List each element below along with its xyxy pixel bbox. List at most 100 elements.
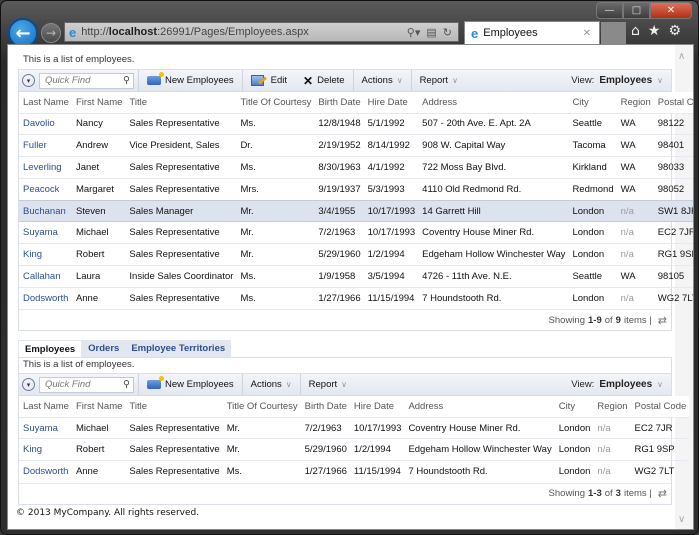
column-header[interactable]: Birth Date xyxy=(314,92,364,113)
table-cell: 98052 xyxy=(653,177,693,201)
column-header[interactable]: First Name xyxy=(71,92,126,113)
master-description: This is a list of employees. xyxy=(23,54,135,65)
scroll-up-icon[interactable]: ∧ xyxy=(678,51,685,62)
detail-pager: Showing 1-3 of 3 items | ⇄ xyxy=(19,482,671,504)
new-tab-button[interactable] xyxy=(601,22,626,44)
column-header[interactable]: Birth Date xyxy=(300,396,350,418)
table-cell: 11/15/1994 xyxy=(363,286,419,310)
detail-actions-menu[interactable]: Actions ∨ xyxy=(243,374,301,396)
table-cell: London xyxy=(568,286,617,310)
favorites-icon[interactable]: ★ xyxy=(648,23,661,39)
maximize-button[interactable]: □ xyxy=(623,2,650,19)
table-cell: London xyxy=(554,438,594,461)
table-cell: London xyxy=(568,199,617,223)
column-header[interactable]: Hire Date xyxy=(349,396,405,418)
table-cell: Ms. xyxy=(236,286,315,310)
browser-tab[interactable]: e Employees ✕ xyxy=(464,21,600,44)
settings-icon[interactable]: ⚙ xyxy=(668,23,681,39)
table-cell: EC2 7JR xyxy=(653,221,693,244)
table-row[interactable]: Suyama Michael Sales Representative Mr. 7/2/… xyxy=(19,221,693,244)
search-icon[interactable]: ⚲▾ xyxy=(407,26,421,39)
last-name-link[interactable]: Peacock xyxy=(19,177,72,201)
column-header[interactable]: Last Name xyxy=(19,396,72,418)
quick-find-toggle-icon[interactable]: ▾ xyxy=(22,74,35,87)
refresh-icon[interactable]: ↻ xyxy=(443,26,452,39)
tab-orders[interactable]: Orders xyxy=(82,340,126,358)
tab-employee-territories[interactable]: Employee Territories xyxy=(125,340,232,358)
column-header[interactable]: Postal Code xyxy=(653,92,693,113)
table-row[interactable]: Fuller Andrew Vice President, Sales Dr. 2/19… xyxy=(19,134,693,157)
last-name-link[interactable]: Dodsworth xyxy=(19,460,72,483)
quick-find-input[interactable]: Quick Find ⚲ xyxy=(39,72,134,89)
column-header[interactable]: First Name xyxy=(71,396,126,418)
last-name-link[interactable]: Suyama xyxy=(19,416,72,439)
table-cell: 9/19/1937 xyxy=(314,177,364,201)
table-row[interactable]: Buchanan Steven Sales Manager Mr. 3/4/1955 10… xyxy=(19,199,693,223)
last-name-link[interactable]: King xyxy=(19,243,72,266)
column-header[interactable]: Postal Code xyxy=(630,396,690,418)
refresh-icon[interactable]: ⇄ xyxy=(658,487,667,500)
quick-find-toggle-icon[interactable]: ▾ xyxy=(22,378,35,392)
detail-report-menu[interactable]: Report ∨ xyxy=(301,374,355,395)
detail-new-employees-button[interactable]: New Employees xyxy=(138,374,243,396)
report-menu[interactable]: Report ∨ xyxy=(412,70,466,91)
last-name-link[interactable]: Buchanan xyxy=(19,199,72,223)
table-cell: London xyxy=(554,416,594,439)
table-row[interactable]: Suyama Michael Sales Representative Mr. 7/2/… xyxy=(19,416,690,439)
column-header[interactable]: City xyxy=(554,396,594,418)
detail-quick-find-input[interactable]: Quick Find ⚲ xyxy=(39,376,134,393)
close-window-button[interactable]: ✕ xyxy=(650,2,692,19)
edit-button[interactable]: Edit xyxy=(243,70,295,91)
detail-view-selector[interactable]: View: Employees ∨ xyxy=(571,379,671,390)
tab-employees[interactable]: Employees xyxy=(18,340,83,358)
column-header[interactable]: Region xyxy=(616,92,654,113)
actions-menu[interactable]: Actions ∨ xyxy=(354,70,412,91)
scroll-down-icon[interactable]: ∨ xyxy=(678,514,685,525)
last-name-link[interactable]: Dodsworth xyxy=(19,286,72,310)
last-name-link[interactable]: Davolio xyxy=(19,112,72,135)
table-row[interactable]: King Robert Sales Representative Mr. 5/29/19… xyxy=(19,243,693,266)
table-row[interactable]: Davolio Nancy Sales Representative Ms. 12/8/… xyxy=(19,112,693,135)
home-icon[interactable]: ⌂ xyxy=(631,23,640,39)
refresh-icon[interactable]: ⇄ xyxy=(658,314,667,327)
address-bar[interactable]: e http://localhost:26991/Pages/Employees… xyxy=(64,22,459,42)
column-header[interactable]: City xyxy=(568,92,617,113)
table-row[interactable]: Dodsworth Anne Sales Representative Ms. 1/27… xyxy=(19,286,693,310)
search-icon[interactable]: ⚲ xyxy=(123,75,130,86)
table-row[interactable]: Dodsworth Anne Sales Representative Ms. 1/27… xyxy=(19,460,690,483)
column-header[interactable]: Address xyxy=(404,396,555,418)
column-header[interactable]: Hire Date xyxy=(363,92,419,113)
forward-button[interactable]: → xyxy=(41,23,61,43)
last-name-link[interactable]: King xyxy=(19,438,72,461)
column-header[interactable]: Title xyxy=(125,396,223,418)
last-name-link[interactable]: Fuller xyxy=(19,134,72,157)
minimize-button[interactable]: — xyxy=(596,2,623,19)
table-cell: 10/17/1993 xyxy=(363,221,419,244)
column-header[interactable]: Title Of Courtesy xyxy=(222,396,301,418)
table-cell: Edgeham Hollow Winchester Way xyxy=(418,243,569,266)
table-row[interactable]: King Robert Sales Representative Mr. 5/29/19… xyxy=(19,438,690,461)
compatibility-icon[interactable]: ▤ xyxy=(426,26,436,39)
table-cell: Coventry House Miner Rd. xyxy=(418,221,569,244)
column-header[interactable]: Last Name xyxy=(19,92,72,113)
view-selector[interactable]: View: Employees ∨ xyxy=(571,75,671,86)
delete-button[interactable]: ✕ Delete xyxy=(295,70,354,91)
column-header[interactable]: Title xyxy=(125,92,237,113)
table-cell: 4110 Old Redmond Rd. xyxy=(418,177,569,201)
last-name-link[interactable]: Suyama xyxy=(19,221,72,244)
master-grid: ▾ Quick Find ⚲ New Employees Edit ✕ Dele… xyxy=(18,69,693,332)
column-header[interactable]: Region xyxy=(593,396,631,418)
last-name-link[interactable]: Leverling xyxy=(19,156,72,179)
new-employees-button[interactable]: New Employees xyxy=(138,70,243,91)
table-row[interactable]: Callahan Laura Inside Sales Coordinator Ms.… xyxy=(19,265,693,288)
last-name-link[interactable]: Callahan xyxy=(19,265,72,288)
browser-window: — □ ✕ ← → e http://localhost:26991/Pages… xyxy=(0,0,699,535)
table-cell: WA xyxy=(616,134,654,157)
column-header[interactable]: Address xyxy=(418,92,569,113)
close-tab-icon[interactable]: ✕ xyxy=(583,28,591,39)
table-row[interactable]: Peacock Margaret Sales Representative Mrs. 9… xyxy=(19,177,693,201)
table-row[interactable]: Leverling Janet Sales Representative Ms. 8/3… xyxy=(19,156,693,179)
table-cell: Vice President, Sales xyxy=(125,134,237,157)
search-icon[interactable]: ⚲ xyxy=(123,379,130,390)
column-header[interactable]: Title Of Courtesy xyxy=(236,92,315,113)
